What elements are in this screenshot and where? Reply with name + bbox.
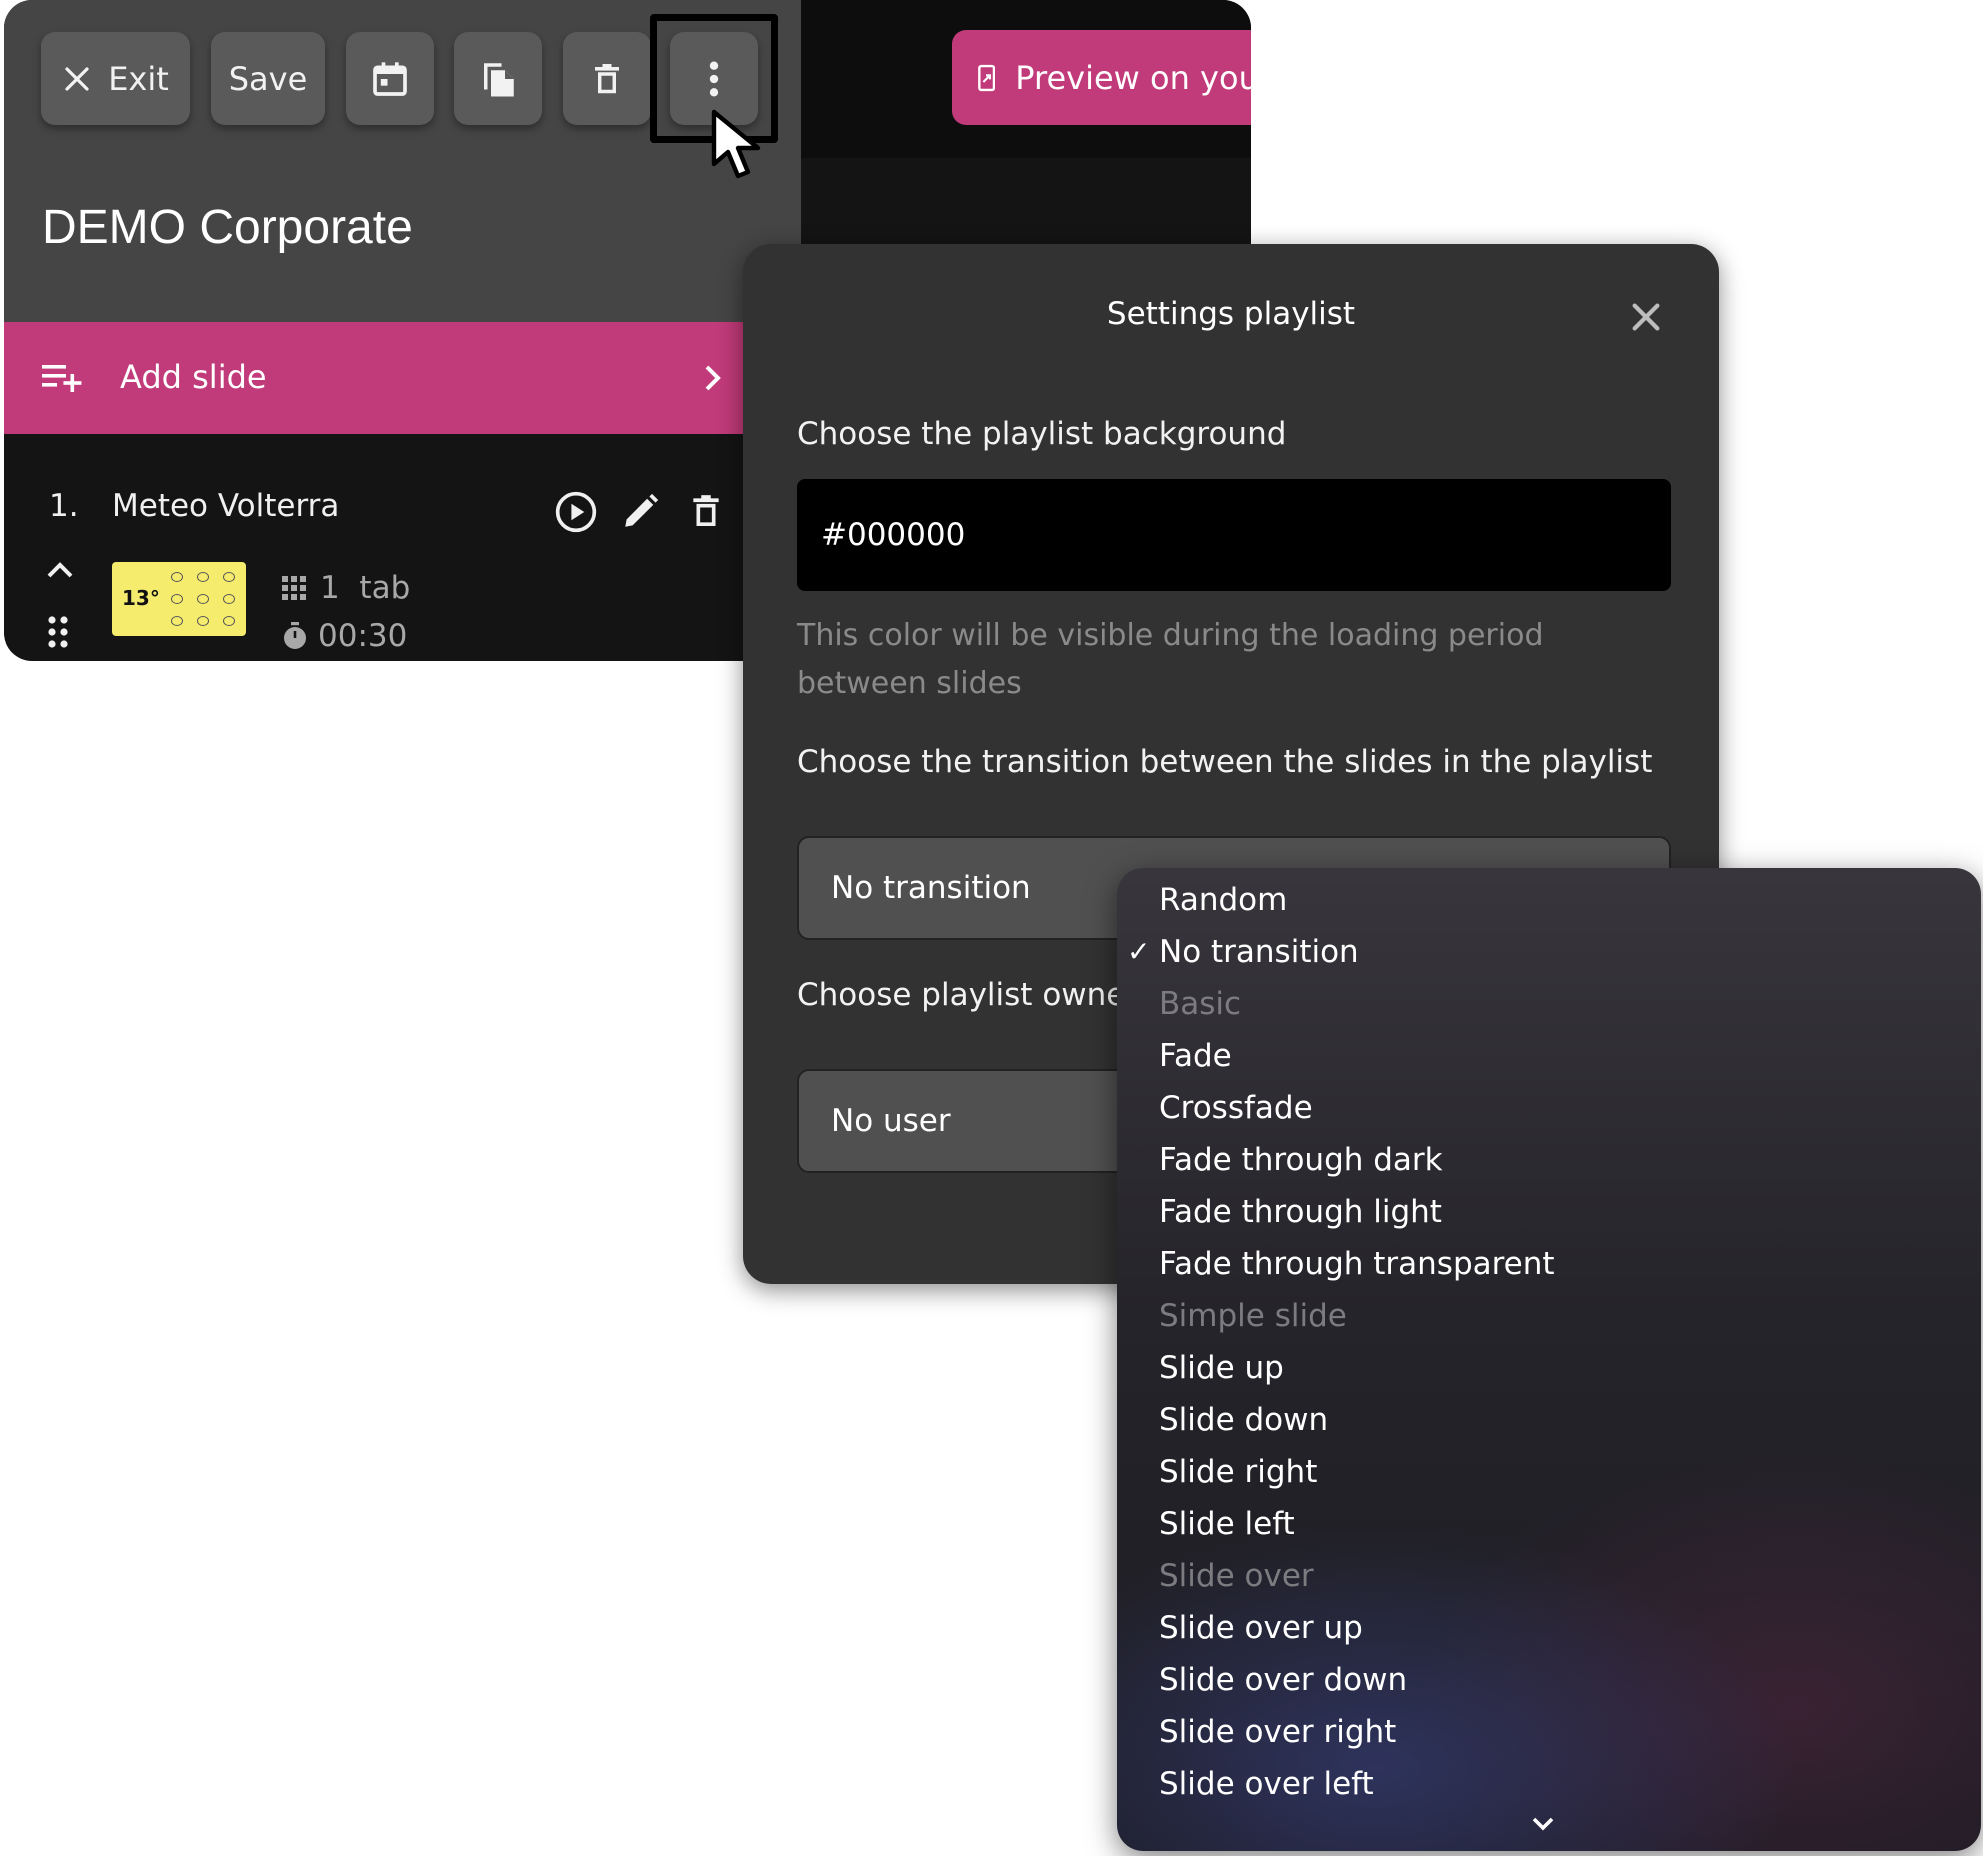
exit-button[interactable]: Exit xyxy=(41,32,190,125)
option-label: Slide over xyxy=(1159,1558,1314,1594)
close-icon xyxy=(65,66,89,91)
transition-option[interactable]: Slide down xyxy=(1117,1394,1981,1446)
pencil-icon[interactable] xyxy=(620,490,662,532)
slide-tab-count: 1 tab xyxy=(282,570,410,606)
phone-share-icon xyxy=(978,64,996,91)
playlist-add-icon xyxy=(42,365,82,392)
transition-option[interactable]: Slide over up xyxy=(1117,1602,1981,1654)
page-title: DEMO Corporate xyxy=(42,201,413,254)
add-slide-button[interactable]: Add slide xyxy=(4,322,801,434)
option-label: Basic xyxy=(1159,986,1242,1022)
transition-dropdown-menu: Random ✓ No transition Basic Fade Crossfade Fa… xyxy=(1117,868,1981,1851)
chevron-down-icon[interactable] xyxy=(1531,1816,1555,1832)
option-label: Slide up xyxy=(1159,1350,1284,1386)
trash-icon xyxy=(595,63,619,93)
option-label: Slide over down xyxy=(1159,1662,1408,1698)
preview-label: Preview on your xyxy=(1015,58,1251,97)
save-label: Save xyxy=(228,59,308,98)
chevron-up-icon[interactable] xyxy=(46,560,74,580)
transition-label: Choose the transition between the slides… xyxy=(797,744,1653,780)
transition-option[interactable]: Fade through transparent xyxy=(1117,1238,1981,1290)
option-label: No transition xyxy=(1159,934,1359,970)
transition-selected-value: No transition xyxy=(831,870,1031,906)
owner-selected-value: No user xyxy=(831,1103,951,1139)
duplicate-button[interactable] xyxy=(454,32,542,125)
save-button[interactable]: Save xyxy=(211,32,325,125)
transition-option[interactable]: ✓ No transition xyxy=(1117,926,1981,978)
background-help-text: This color will be visible during the lo… xyxy=(797,618,1544,701)
option-label: Slide over right xyxy=(1159,1714,1397,1750)
background-label: Choose the playlist background xyxy=(797,416,1287,452)
slide-index: 1. xyxy=(49,488,79,524)
option-label: Slide over up xyxy=(1159,1610,1363,1646)
option-label: Fade through light xyxy=(1159,1194,1442,1230)
check-icon: ✓ xyxy=(1127,935,1151,968)
transition-option[interactable]: Slide over left xyxy=(1117,1758,1981,1810)
transition-option[interactable]: Fade xyxy=(1117,1030,1981,1082)
transition-options-list: Random ✓ No transition Basic Fade Crossfade Fa… xyxy=(1117,874,1981,1810)
grid-icon xyxy=(282,576,306,600)
slide-duration-label: 00:30 xyxy=(318,618,408,654)
schedule-button[interactable] xyxy=(346,32,434,125)
transition-option[interactable]: Slide up xyxy=(1117,1342,1981,1394)
owner-label: Choose playlist owner xyxy=(797,977,1139,1013)
option-label: Fade xyxy=(1159,1038,1232,1074)
transition-option[interactable]: Slide right xyxy=(1117,1446,1981,1498)
transition-option[interactable]: Crossfade xyxy=(1117,1082,1981,1134)
timer-icon xyxy=(284,622,306,649)
exit-label: Exit xyxy=(108,59,169,98)
option-group-header: Slide over xyxy=(1117,1550,1981,1602)
option-label: Fade through transparent xyxy=(1159,1246,1555,1282)
transition-option[interactable]: Fade through light xyxy=(1117,1186,1981,1238)
option-group-header: Simple slide xyxy=(1117,1290,1981,1342)
transition-option[interactable]: Slide over down xyxy=(1117,1654,1981,1706)
close-icon[interactable] xyxy=(1629,300,1663,334)
modal-title: Settings playlist xyxy=(1106,296,1356,332)
delete-button[interactable] xyxy=(563,32,651,125)
slide-tabs-label: 1 tab xyxy=(320,570,411,606)
option-group-header: Basic xyxy=(1117,978,1981,1030)
transition-option[interactable]: Fade through dark xyxy=(1117,1134,1981,1186)
trash-icon[interactable] xyxy=(687,490,725,532)
option-label: Crossfade xyxy=(1159,1090,1313,1126)
option-label: Fade through dark xyxy=(1159,1142,1443,1178)
option-label: Slide down xyxy=(1159,1402,1329,1438)
transition-option[interactable]: Slide left xyxy=(1117,1498,1981,1550)
drag-handle-icon[interactable] xyxy=(46,614,70,650)
slide-thumbnail[interactable]: 13° xyxy=(112,562,246,636)
background-color-input[interactable] xyxy=(797,479,1671,591)
calendar-icon xyxy=(373,61,407,96)
option-label: Slide left xyxy=(1159,1506,1295,1542)
option-label: Slide right xyxy=(1159,1454,1318,1490)
chevron-right-icon xyxy=(705,365,721,391)
slide-duration: 00:30 xyxy=(282,618,407,654)
option-label: Simple slide xyxy=(1159,1298,1347,1334)
thumbnail-temperature: 13° xyxy=(122,586,160,610)
cursor-icon xyxy=(711,109,761,179)
slide-name: Meteo Volterra xyxy=(112,488,340,524)
transition-option[interactable]: Slide over right xyxy=(1117,1706,1981,1758)
copy-icon xyxy=(484,62,514,96)
option-label: Slide over left xyxy=(1159,1766,1374,1802)
thumbnail-forecast-grid xyxy=(166,568,240,630)
preview-on-device-button[interactable]: Preview on your xyxy=(952,30,1251,125)
transition-option[interactable]: Random xyxy=(1117,874,1981,926)
play-circle-icon[interactable] xyxy=(554,490,598,534)
option-label: Random xyxy=(1159,882,1288,918)
add-slide-label: Add slide xyxy=(120,358,267,396)
